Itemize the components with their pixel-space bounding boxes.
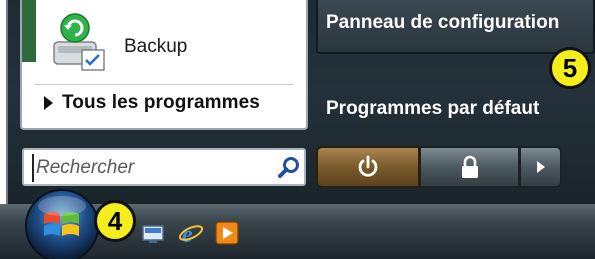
windows-orb-icon[interactable] (22, 186, 102, 259)
program-list-panel: Backup Tous les programmes (20, 0, 308, 130)
svg-text:e: e (182, 222, 193, 246)
search-icon[interactable] (276, 155, 302, 181)
start-menu-screenshot: Backup Tous les programmes Panneau de co… (0, 0, 595, 259)
control-panel-label: Panneau de configuration (326, 12, 560, 33)
shutdown-options-button[interactable] (520, 146, 562, 188)
lock-icon (461, 155, 478, 178)
control-panel-item[interactable]: Panneau de configuration (316, 0, 595, 54)
power-button[interactable] (316, 146, 420, 188)
backup-icon (53, 13, 105, 71)
lock-button[interactable] (420, 146, 520, 188)
internet-explorer-icon[interactable]: e (178, 220, 204, 246)
default-programs-item[interactable]: Programmes par défaut (326, 98, 539, 120)
chevron-right-icon (536, 161, 545, 173)
program-list-separator (34, 84, 294, 85)
show-desktop-icon[interactable] (140, 220, 166, 246)
power-icon (358, 155, 378, 177)
search-input[interactable] (32, 154, 268, 182)
backup-program-item[interactable]: Backup (124, 36, 187, 58)
all-programs-button[interactable]: Tous les programmes (44, 92, 260, 114)
callout-marker-5: 5 (549, 47, 591, 89)
media-player-icon[interactable] (214, 220, 240, 246)
start-search-box[interactable] (22, 148, 306, 186)
arrow-right-icon (44, 96, 53, 110)
program-list-edge (22, 0, 36, 62)
all-programs-label: Tous les programmes (62, 92, 260, 113)
callout-marker-4: 4 (94, 200, 136, 242)
